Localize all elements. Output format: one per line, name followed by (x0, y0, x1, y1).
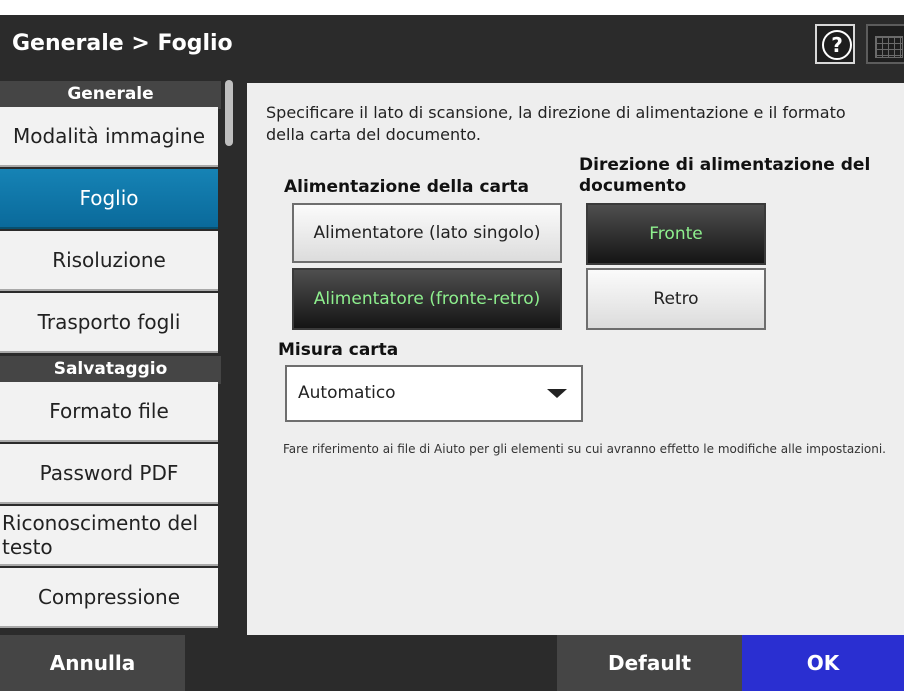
feed-direction-label: Direzione di alimentazione del documento (579, 155, 871, 196)
settings-area: Specificare il lato di scansione, la dir… (237, 73, 904, 635)
description-text: Specificare il lato di scansione, la dir… (266, 103, 846, 144)
paper-feed-label: Alimentazione della carta (284, 177, 529, 197)
chevron-down-icon (547, 389, 567, 398)
title-bar: Generale > Foglio ? (0, 15, 904, 73)
sidebar-item-formato-file[interactable]: Formato file (0, 382, 218, 442)
direction-front-button[interactable]: Fronte (586, 203, 766, 265)
page-title: Generale > Foglio (12, 31, 233, 56)
sidebar-item-password-pdf[interactable]: Password PDF (0, 444, 218, 504)
sidebar-section-generale: Generale (0, 81, 221, 109)
settings-panel: Specificare il lato di scansione, la dir… (247, 83, 904, 635)
keyboard-grid (875, 36, 903, 58)
sidebar-item-trasporto-fogli[interactable]: Trasporto fogli (0, 293, 218, 353)
direction-back-button[interactable]: Retro (586, 268, 766, 330)
ok-button[interactable]: OK (742, 635, 904, 691)
paper-size-value: Automatico (298, 383, 396, 403)
paper-size-select[interactable]: Automatico (285, 365, 583, 422)
sidebar-scrollbar-track (222, 73, 237, 635)
sidebar-item-risoluzione[interactable]: Risoluzione (0, 231, 218, 291)
sidebar-section-salvataggio: Salvataggio (0, 356, 221, 384)
sidebar-item-compressione[interactable]: Compressione (0, 568, 218, 628)
sidebar-item-riconoscimento-testo[interactable]: Riconoscimento del testo (0, 506, 218, 566)
footer-bar: Annulla Default OK (0, 635, 904, 691)
help-glyph: ? (822, 30, 852, 60)
paper-size-label: Misura carta (278, 340, 399, 360)
sidebar-item-modalita-immagine[interactable]: Modalità immagine (0, 107, 218, 167)
cancel-button[interactable]: Annulla (0, 635, 185, 691)
help-note: Fare riferimento ai file di Aiuto per gl… (283, 442, 886, 456)
feed-duplex-button[interactable]: Alimentatore (fronte-retro) (292, 268, 562, 330)
keyboard-icon[interactable] (866, 24, 904, 64)
feed-single-side-button[interactable]: Alimentatore (lato singolo) (292, 203, 562, 263)
sidebar-scrollbar[interactable] (225, 80, 233, 146)
sidebar: Generale Modalità immagine Foglio Risolu… (0, 73, 237, 635)
help-icon[interactable]: ? (815, 24, 855, 64)
sidebar-item-foglio[interactable]: Foglio (0, 169, 218, 229)
default-button[interactable]: Default (557, 635, 742, 691)
